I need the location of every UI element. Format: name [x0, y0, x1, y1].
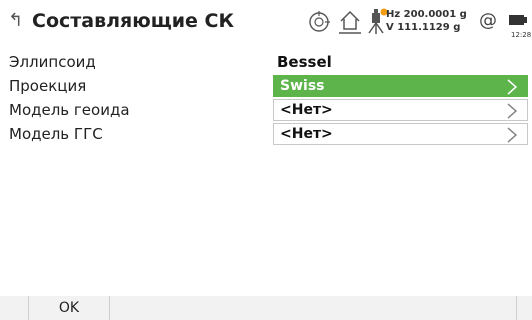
- geoid-model-label: Модель геоида: [9, 101, 130, 119]
- ggs-model-select[interactable]: <Нет>: [273, 123, 528, 145]
- v-readout: V 111.1129 g: [386, 22, 461, 33]
- clock-time: 12:28: [511, 31, 532, 39]
- title-bar: ↰ Составляющие СК Hz 200.0001 g V 111.11…: [0, 0, 532, 50]
- ellipsoid-value: Bessel: [277, 53, 332, 71]
- battery-icon: [509, 15, 527, 25]
- geoid-model-row: Модель геоида <Нет>: [0, 98, 532, 122]
- page-title: Составляющие СК: [32, 10, 234, 32]
- ggs-model-row: Модель ГГС <Нет>: [0, 122, 532, 146]
- chevron-right-icon: [507, 127, 518, 143]
- back-arrow-icon[interactable]: ↰: [8, 10, 23, 31]
- station-home-icon[interactable]: [338, 9, 362, 35]
- chevron-right-icon: [507, 103, 518, 119]
- angle-readout: Hz 200.0001 g V 111.1129 g: [386, 8, 467, 34]
- projection-value: Swiss: [280, 78, 325, 94]
- ellipsoid-row: Эллипсоид Bessel: [0, 50, 532, 74]
- geoid-model-value: <Нет>: [280, 102, 333, 118]
- hz-readout: Hz 200.0001 g: [386, 9, 467, 20]
- instrument-level-icon[interactable]: [366, 7, 388, 35]
- softkey-bar: OK: [0, 296, 532, 320]
- ellipsoid-label: Эллипсоид: [9, 53, 96, 71]
- softkey-divider: [516, 296, 517, 320]
- ggs-model-value: <Нет>: [280, 126, 333, 142]
- projection-row: Проекция Swiss: [0, 74, 532, 98]
- ok-button[interactable]: OK: [28, 296, 110, 320]
- projection-label: Проекция: [9, 77, 87, 95]
- prism-target-icon[interactable]: [307, 10, 331, 34]
- ggs-model-label: Модель ГГС: [9, 125, 103, 143]
- communication-at-icon[interactable]: @: [479, 10, 497, 31]
- geoid-model-select[interactable]: <Нет>: [273, 99, 528, 121]
- chevron-right-icon: [507, 79, 518, 95]
- projection-select[interactable]: Swiss: [273, 75, 528, 97]
